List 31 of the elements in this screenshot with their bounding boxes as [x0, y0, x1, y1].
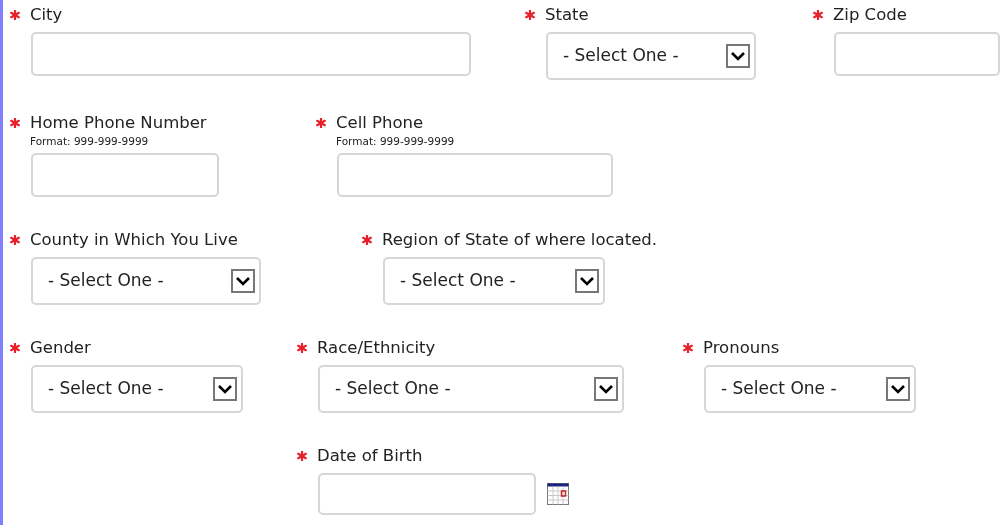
chevron-down-icon	[213, 377, 237, 401]
input-field[interactable]	[31, 153, 219, 197]
field-label: Cell Phone	[336, 111, 424, 134]
dropdown[interactable]: - Select One -	[31, 365, 243, 413]
field-label: Race/Ethnicity	[317, 336, 436, 359]
input-field[interactable]	[834, 32, 1000, 76]
format-hint: Format: 999-999-9999	[30, 135, 150, 148]
chevron-down-icon	[886, 377, 910, 401]
dropdown[interactable]: - Select One -	[546, 32, 756, 80]
dropdown[interactable]: - Select One -	[383, 257, 605, 305]
field-label: Gender	[30, 336, 91, 359]
field-label: Date of Birth	[317, 444, 423, 467]
input-field[interactable]	[31, 32, 471, 76]
date-field[interactable]	[318, 473, 536, 515]
calendar-icon[interactable]	[547, 483, 569, 505]
field-label: City	[30, 3, 63, 26]
format-hint: Format: 999-999-9999	[336, 135, 456, 148]
field-label: Zip Code	[833, 3, 907, 26]
field-label: County in Which You Live	[30, 228, 238, 251]
field-label: State	[545, 3, 589, 26]
dropdown[interactable]: - Select One -	[318, 365, 624, 413]
field-label: Home Phone Number	[30, 111, 207, 134]
chevron-down-icon	[594, 377, 618, 401]
chevron-down-icon	[726, 44, 750, 68]
field-label: Region of State of where located.	[382, 228, 658, 251]
input-field[interactable]	[337, 153, 613, 197]
dropdown[interactable]: - Select One -	[31, 257, 261, 305]
chevron-down-icon	[231, 269, 255, 293]
dropdown[interactable]: - Select One -	[704, 365, 916, 413]
chevron-down-icon	[575, 269, 599, 293]
field-label: Pronouns	[703, 336, 780, 359]
